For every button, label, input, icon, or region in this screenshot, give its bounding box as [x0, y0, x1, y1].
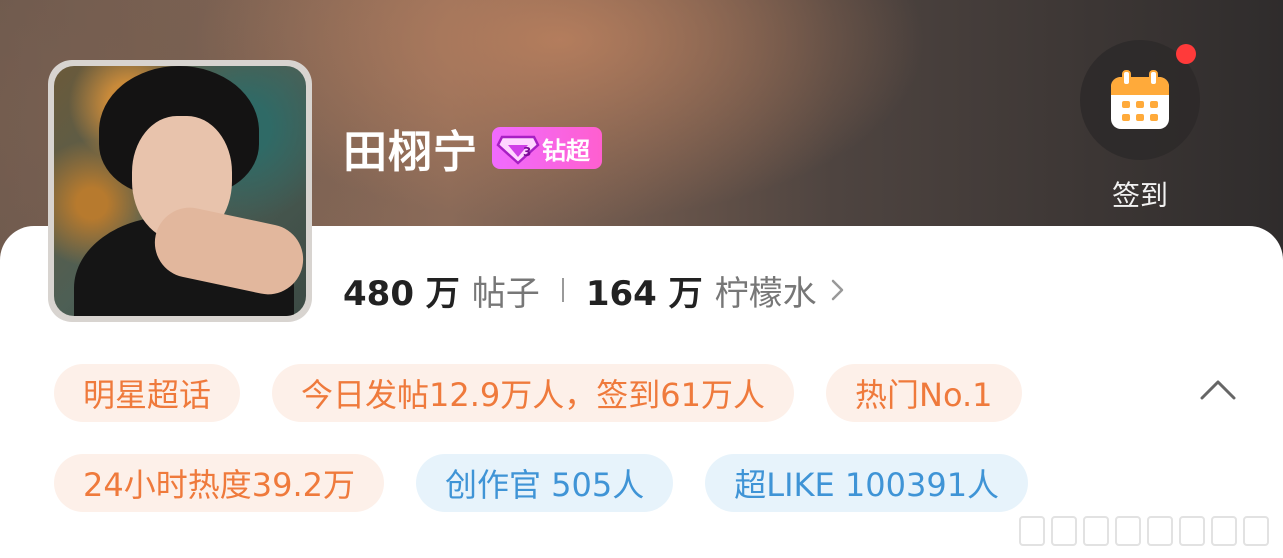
stats-divider	[561, 278, 564, 302]
watermark	[1019, 516, 1269, 546]
tag-category[interactable]: 明星超话	[54, 364, 241, 422]
checkin-circle	[1080, 40, 1200, 160]
svg-text:3: 3	[523, 145, 531, 159]
tag-creators[interactable]: 创作官 505人	[415, 454, 674, 512]
gem-icon: 3	[496, 135, 540, 165]
tag-heat[interactable]: 24小时热度39.2万	[54, 454, 384, 512]
tag-today-stats[interactable]: 今日发帖12.9万人，签到61万人	[272, 364, 794, 422]
posts-count: 480 万	[343, 273, 460, 314]
avatar[interactable]	[48, 60, 312, 322]
tag-super-like[interactable]: 超LIKE 100391人	[705, 454, 1029, 512]
posts-label: 帖子	[471, 273, 540, 314]
title-row: 田栩宁 3 钻超	[343, 118, 602, 178]
chevron-right-icon	[831, 279, 843, 301]
tag-hot-rank[interactable]: 热门No.1	[826, 364, 1022, 422]
fans-count: 164 万	[585, 273, 703, 314]
calendar-icon	[1111, 70, 1169, 129]
stats-row[interactable]: 480 万 帖子 164 万 柠檬水	[343, 266, 847, 314]
level-badge[interactable]: 3 钻超	[492, 127, 602, 169]
notification-dot	[1176, 44, 1196, 64]
fans-label: 柠檬水	[714, 273, 817, 314]
tags-row-1: 明星超话 今日发帖12.9万人，签到61万人 热门No.1	[54, 364, 1022, 422]
chevron-up-icon[interactable]	[1196, 374, 1240, 404]
avatar-image	[54, 66, 306, 316]
checkin-button[interactable]: 签到	[1080, 40, 1200, 215]
checkin-label: 签到	[1111, 179, 1168, 212]
tags-row-2: 24小时热度39.2万 创作官 505人 超LIKE 100391人	[54, 454, 1029, 512]
page-title: 田栩宁	[343, 127, 478, 178]
badge-label: 钻超	[542, 136, 590, 165]
